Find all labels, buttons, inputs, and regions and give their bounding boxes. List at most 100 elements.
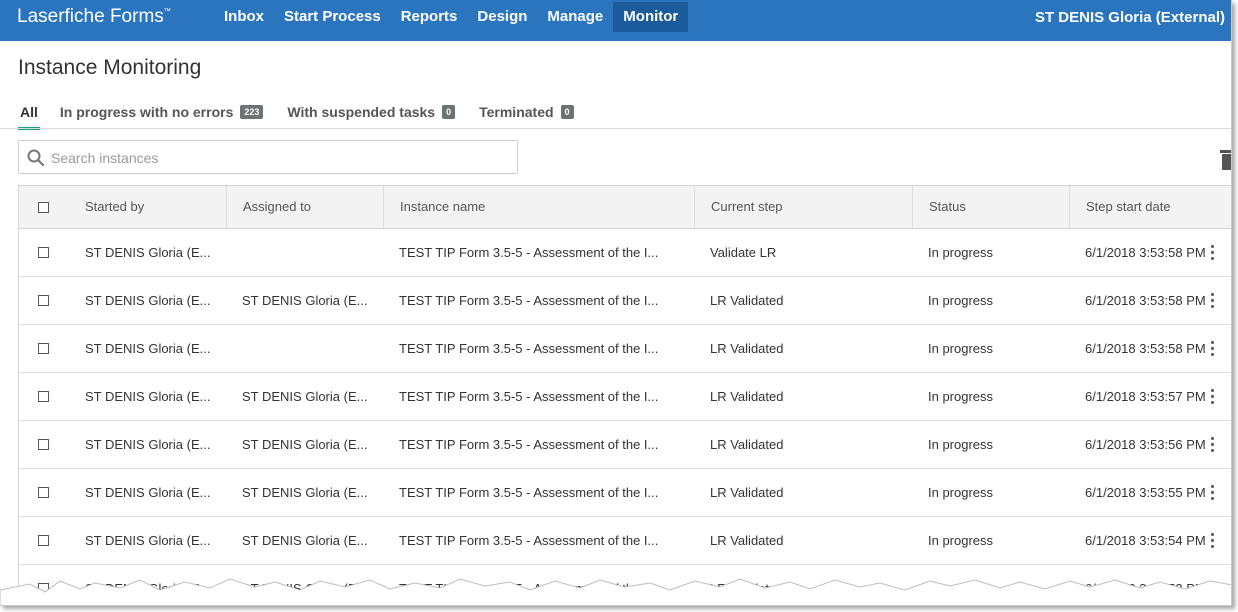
cell-started-by: ST DENIS Gloria (E... xyxy=(85,485,211,500)
table-row[interactable]: ST DENIS Gloria (E... ST DENIS Gloria (E.… xyxy=(19,517,1231,565)
table-body: ST DENIS Gloria (E... TEST TIP Form 3.5-5… xyxy=(19,229,1231,605)
app-window: Laserfiche Forms™ Inbox Start Process Re… xyxy=(0,0,1232,606)
cell-instance-name: TEST TIP Form 3.5-5 - Assessment of the … xyxy=(399,341,659,356)
tab-label: All xyxy=(20,103,38,120)
column-header-current-step[interactable]: Current step xyxy=(694,186,912,228)
table-row[interactable]: ST DENIS Gloria (E... TEST TIP Form 3.5-5… xyxy=(19,229,1231,277)
count-badge: 0 xyxy=(442,105,456,119)
row-actions-kebab-icon[interactable] xyxy=(1211,389,1215,405)
cell-current-step: LR Validated xyxy=(710,341,784,356)
count-badge: 223 xyxy=(240,105,264,119)
cell-status: In progress xyxy=(928,485,994,500)
cell-current-step: LR Validated xyxy=(710,293,784,308)
row-actions-kebab-icon[interactable] xyxy=(1211,437,1215,453)
cell-status: In progress xyxy=(928,293,994,308)
instances-table: Started by Assigned to Instance name Cur… xyxy=(18,185,1231,605)
cell-instance-name: TEST TIP Form 3.5-5 - Assessment of the … xyxy=(399,485,659,500)
row-actions-kebab-icon[interactable] xyxy=(1211,245,1215,261)
tab-label: In progress with no errors xyxy=(59,103,234,120)
row-checkbox[interactable] xyxy=(38,487,49,498)
nav-start-process[interactable]: Start Process xyxy=(274,2,391,32)
cell-assigned-to xyxy=(242,325,382,372)
cell-instance-name: TEST TIP Form 3.5-5 - Assessment of the … xyxy=(399,245,659,260)
search-icon xyxy=(27,149,44,166)
tab-label: With suspended tasks xyxy=(287,103,436,120)
tab-all[interactable]: All xyxy=(18,97,40,130)
main-nav: Inbox Start Process Reports Design Manag… xyxy=(214,2,689,32)
row-checkbox[interactable] xyxy=(38,343,49,354)
nav-design[interactable]: Design xyxy=(467,2,537,32)
cell-current-step: LR Validated xyxy=(710,533,784,548)
cell-instance-name: TEST TIP Form 3.5-5 - Assessment of the … xyxy=(399,389,659,404)
cell-status: In progress xyxy=(928,245,994,260)
cell-started-by: ST DENIS Gloria (E... xyxy=(85,245,211,260)
table-row[interactable]: ST DENIS Gloria (E... ST DENIS Gloria (E.… xyxy=(19,373,1231,421)
nav-inbox[interactable]: Inbox xyxy=(214,2,274,32)
tab-terminated[interactable]: Terminated 0 xyxy=(479,97,574,127)
tabs-divider xyxy=(0,128,1231,129)
nav-reports[interactable]: Reports xyxy=(391,2,468,32)
cell-step-start-date: 6/1/2018 3:53:58 PM xyxy=(1085,245,1206,260)
search-input[interactable] xyxy=(49,145,513,171)
torn-edge-decoration xyxy=(0,578,1231,605)
cell-status: In progress xyxy=(928,533,994,548)
cell-assigned-to: ST DENIS Gloria (E... xyxy=(242,485,368,500)
page-title: Instance Monitoring xyxy=(18,56,202,79)
row-checkbox[interactable] xyxy=(38,391,49,402)
select-all-checkbox[interactable] xyxy=(38,202,49,213)
row-actions-kebab-icon[interactable] xyxy=(1211,533,1215,549)
cell-current-step: LR Validated xyxy=(710,485,784,500)
column-header-started-by[interactable]: Started by xyxy=(69,186,226,228)
cell-started-by: ST DENIS Gloria (E... xyxy=(85,437,211,452)
cell-step-start-date: 6/1/2018 3:53:55 PM xyxy=(1085,485,1206,500)
table-row[interactable]: ST DENIS Gloria (E... ST DENIS Gloria (E.… xyxy=(19,421,1231,469)
cell-assigned-to xyxy=(242,229,382,276)
user-menu[interactable]: ST DENIS Gloria (External) xyxy=(1035,9,1225,26)
table-header: Started by Assigned to Instance name Cur… xyxy=(19,186,1231,229)
cell-started-by: ST DENIS Gloria (E... xyxy=(85,533,211,548)
row-checkbox[interactable] xyxy=(38,295,49,306)
cell-step-start-date: 6/1/2018 3:53:56 PM xyxy=(1085,437,1206,452)
table-row[interactable]: ST DENIS Gloria (E... ST DENIS Gloria (E.… xyxy=(19,277,1231,325)
nav-manage[interactable]: Manage xyxy=(537,2,613,32)
cell-started-by: ST DENIS Gloria (E... xyxy=(85,389,211,404)
row-actions-kebab-icon[interactable] xyxy=(1211,341,1215,357)
cell-assigned-to: ST DENIS Gloria (E... xyxy=(242,533,368,548)
cell-current-step: LR Validated xyxy=(710,389,784,404)
row-actions-kebab-icon[interactable] xyxy=(1211,485,1215,501)
table-row[interactable]: ST DENIS Gloria (E... TEST TIP Form 3.5-5… xyxy=(19,325,1231,373)
table-row[interactable]: ST DENIS Gloria (E... ST DENIS Gloria (E.… xyxy=(19,469,1231,517)
trademark-mark: ™ xyxy=(163,8,171,15)
column-header-assigned-to[interactable]: Assigned to xyxy=(226,186,383,228)
row-checkbox[interactable] xyxy=(38,247,49,258)
cell-started-by: ST DENIS Gloria (E... xyxy=(85,293,211,308)
tab-label: Terminated xyxy=(479,103,554,120)
cell-current-step: Validate LR xyxy=(710,245,777,260)
app-logo[interactable]: Laserfiche Forms™ xyxy=(17,6,171,28)
cell-status: In progress xyxy=(928,341,994,356)
cell-status: In progress xyxy=(928,437,994,452)
trash-icon[interactable] xyxy=(1220,150,1232,170)
count-badge: 0 xyxy=(560,105,574,119)
row-actions-kebab-icon[interactable] xyxy=(1211,293,1215,309)
tab-in-progress-no-errors[interactable]: In progress with no errors 223 xyxy=(60,97,264,127)
cell-current-step: LR Validated xyxy=(710,437,784,452)
column-header-instance-name[interactable]: Instance name xyxy=(383,186,694,228)
cell-step-start-date: 6/1/2018 3:53:54 PM xyxy=(1085,533,1206,548)
search-box xyxy=(18,140,518,174)
cell-assigned-to: ST DENIS Gloria (E... xyxy=(242,293,368,308)
instance-filter-tabs: All In progress with no errors 223 With s… xyxy=(18,97,598,130)
nav-monitor[interactable]: Monitor xyxy=(613,2,689,32)
brand-name: Laserfiche Forms xyxy=(17,6,164,27)
cell-assigned-to: ST DENIS Gloria (E... xyxy=(242,437,368,452)
cell-status: In progress xyxy=(928,389,994,404)
cell-started-by: ST DENIS Gloria (E... xyxy=(85,341,211,356)
column-header-step-start-date[interactable]: Step start date xyxy=(1069,186,1231,228)
row-checkbox[interactable] xyxy=(38,439,49,450)
tab-suspended-tasks[interactable]: With suspended tasks 0 xyxy=(287,97,456,127)
column-header-status[interactable]: Status xyxy=(912,186,1069,228)
cell-instance-name: TEST TIP Form 3.5-5 - Assessment of the … xyxy=(399,293,659,308)
cell-instance-name: TEST TIP Form 3.5-5 - Assessment of the … xyxy=(399,533,659,548)
row-checkbox[interactable] xyxy=(38,535,49,546)
cell-step-start-date: 6/1/2018 3:53:57 PM xyxy=(1085,389,1206,404)
